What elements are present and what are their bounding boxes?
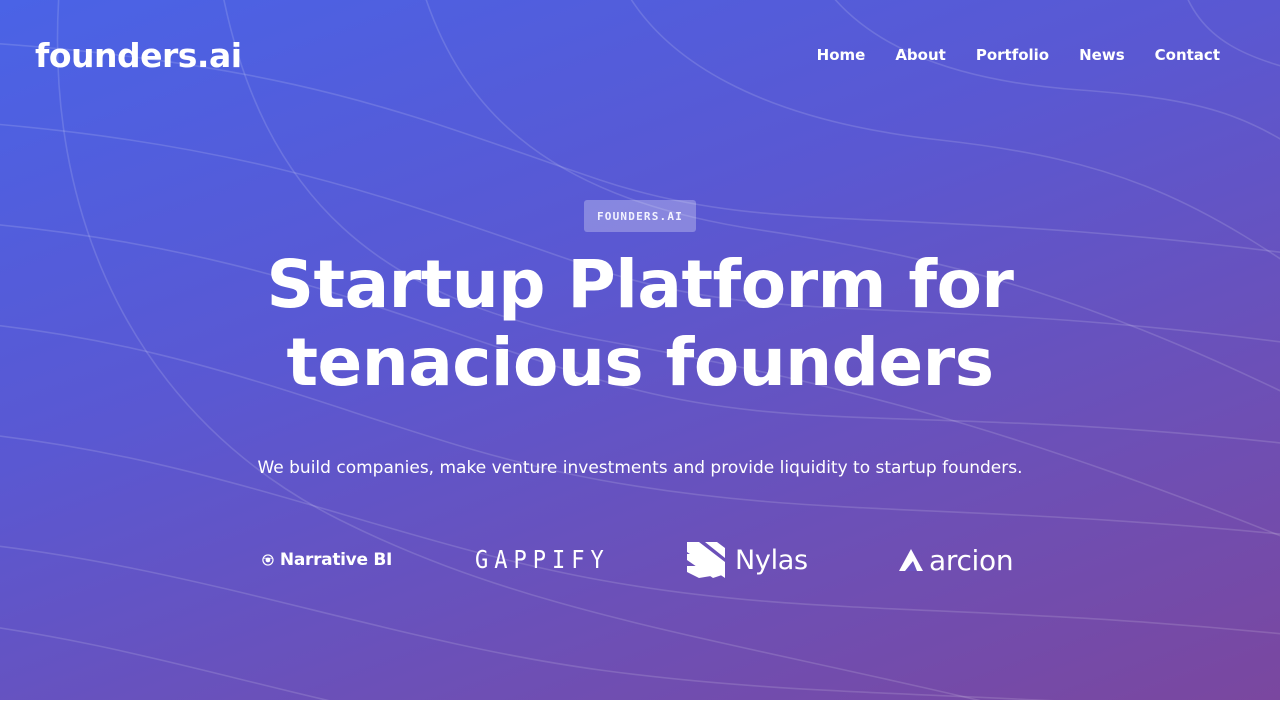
nav-link-contact[interactable]: Contact [1155,46,1220,64]
partner-logo-arcion[interactable]: arcion [897,536,1027,584]
hero-subtitle: We build companies, make venture investm… [257,458,1023,478]
arcion-logo-icon [899,549,923,571]
nav-link-news[interactable]: News [1079,46,1125,64]
partner-name-narrative-bi: Narrative BI [279,550,392,570]
main-navigation: Home About Portfolio News Contact [817,46,1220,64]
hero-headline-line-1: Startup Platform for [266,246,1014,323]
partner-logo-gappify[interactable]: GAPPIFY [475,536,604,584]
hero-badge: FOUNDERS.AI [584,200,696,232]
narrative-bi-logo-icon [262,554,274,566]
partner-name-arcion: arcion [929,543,1014,577]
hero-section: founders.ai Home About Portfolio News Co… [0,0,1280,700]
partner-name-nylas: Nylas [735,544,808,576]
gappify-logo: GAPPIFY [475,545,610,575]
hero-headline-line-2: tenacious founders [286,324,994,401]
nav-link-portfolio[interactable]: Portfolio [976,46,1049,64]
partner-logo-nylas[interactable]: Nylas [685,536,815,584]
nav-link-home[interactable]: Home [817,46,866,64]
partner-logo-narrative-bi[interactable]: Narrative BI [262,536,392,584]
hero-headline: Startup Platform for tenacious founders [240,246,1040,402]
brand-logo[interactable]: founders.ai [35,36,242,75]
nylas-logo-icon [687,542,725,578]
nav-link-about[interactable]: About [895,46,946,64]
